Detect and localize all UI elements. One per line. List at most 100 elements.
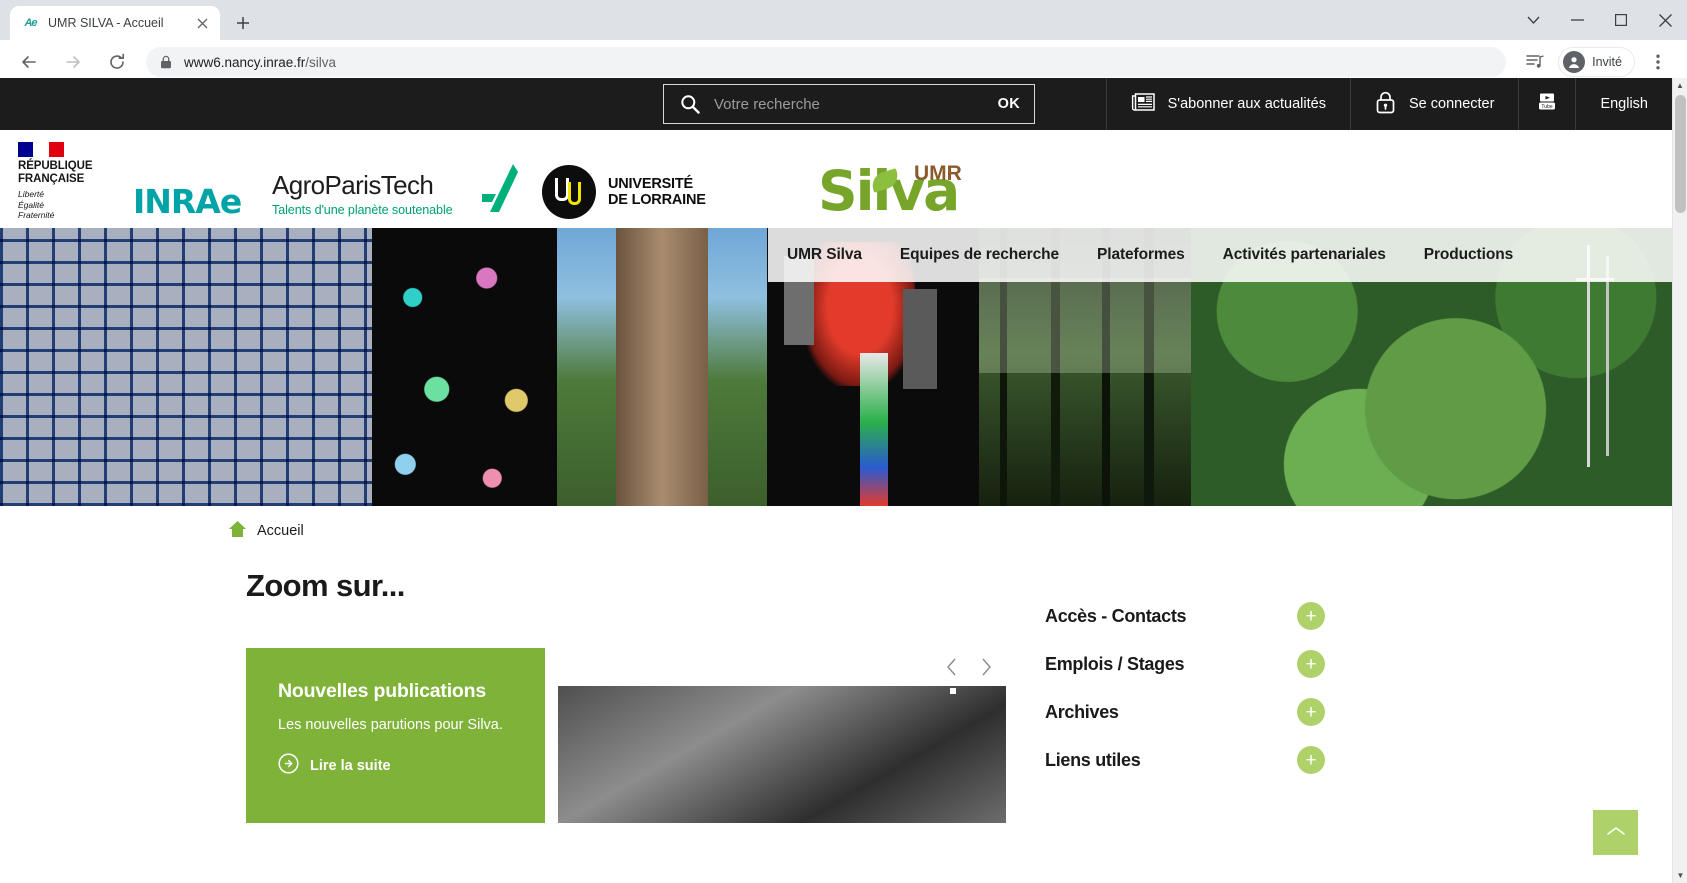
sidebar-item-acces-contacts[interactable]: Accès - Contacts + [1045, 592, 1345, 640]
rf-line2: FRANÇAISE [18, 173, 85, 185]
home-icon[interactable] [228, 520, 247, 543]
sidebar-item-label: Accès - Contacts [1045, 605, 1187, 626]
url-path: /silva [305, 54, 337, 70]
tab-strip: Ae UMR SILVA - Accueil [0, 0, 1687, 40]
utility-bar: OK S'abonner aux actualités Se connecter [0, 78, 1672, 130]
scroll-to-top-button[interactable] [1593, 810, 1638, 855]
language-label: English [1600, 96, 1648, 112]
site-search[interactable]: OK [663, 84, 1035, 124]
youtube-icon: Tube [1536, 92, 1558, 116]
nav-item-umr-silva[interactable]: UMR Silva [768, 246, 881, 264]
silva-logo[interactable]: Silva UMR [818, 160, 962, 222]
maximize-icon[interactable] [1599, 0, 1643, 40]
plus-icon[interactable]: + [1297, 746, 1325, 774]
slider-indicator [950, 688, 956, 694]
svg-text:Tube: Tube [1542, 104, 1553, 110]
utility-links: S'abonner aux actualités Se connecter Tu… [1105, 78, 1672, 130]
rf-motto-2: Égalité [18, 199, 44, 210]
login-label: Se connecter [1408, 96, 1495, 112]
new-tab-button[interactable] [228, 8, 258, 38]
rf-line1: RÉPUBLIQUE [18, 160, 93, 172]
news-card-text: Les nouvelles parutions pour Silva. [278, 717, 503, 733]
ul-line1: UNIVERSITÉ [608, 176, 694, 192]
back-arrow-icon[interactable] [13, 46, 45, 78]
login-link[interactable]: Se connecter [1349, 78, 1518, 130]
plus-icon[interactable]: + [1297, 650, 1325, 678]
page-viewport: OK S'abonner aux actualités Se connecter [0, 78, 1687, 883]
news-card[interactable]: Nouvelles publications Les nouvelles par… [246, 648, 545, 823]
universite-lorraine-logo[interactable]: UNIVERSITÉ DE LORRAINE [542, 165, 706, 219]
agroparistech-tagline: Talents d'une planète soutenable [272, 203, 453, 217]
browser-window: Ae UMR SILVA - Accueil www6.nancy.inrae.… [0, 0, 1687, 883]
window-controls [1511, 0, 1687, 40]
url-host: www6.nancy.inrae.fr [184, 54, 306, 70]
subscribe-news-link[interactable]: S'abonner aux actualités [1105, 78, 1350, 130]
news-card-read-more-link[interactable]: Lire la suite [278, 753, 517, 778]
main-content: Zoom sur... Nouvelles publications Les n… [0, 556, 1672, 823]
news-card-read-more-label: Lire la suite [310, 757, 391, 774]
main-navigation: UMR Silva Equipes de recherche Plateform… [768, 228, 1672, 282]
search-input[interactable] [700, 95, 998, 113]
user-avatar-icon [1563, 51, 1586, 73]
tab-close-icon[interactable] [193, 14, 211, 32]
forward-arrow-icon[interactable] [57, 46, 89, 78]
nav-item-productions[interactable]: Productions [1405, 246, 1532, 264]
sidebar-item-liens-utiles[interactable]: Liens utiles + [1045, 736, 1345, 784]
slider-photo[interactable] [558, 648, 1006, 823]
minimize-icon[interactable] [1555, 0, 1599, 40]
search-icon [680, 94, 700, 114]
nav-item-activites-partenariales[interactable]: Activités partenariales [1204, 246, 1405, 264]
url-text: www6.nancy.inrae.fr/silva [184, 55, 336, 70]
newspaper-icon [1131, 92, 1155, 116]
rf-motto-3: Fraternité [18, 210, 55, 220]
page-scrollbar[interactable]: ▲ ▼ [1672, 78, 1687, 883]
content-left-column: Zoom sur... Nouvelles publications Les n… [0, 556, 1030, 823]
feature-cards: Nouvelles publications Les nouvelles par… [246, 648, 1030, 823]
sidebar-item-label: Liens utiles [1045, 749, 1141, 770]
french-flag-icon [18, 142, 64, 157]
agroparistech-name: AgroParisTech [272, 170, 434, 200]
plus-icon[interactable]: + [1297, 698, 1325, 726]
chevron-left-icon[interactable] [946, 658, 957, 681]
profile-button[interactable]: Invité [1558, 47, 1635, 77]
window-close-icon[interactable] [1643, 0, 1687, 40]
nav-item-plateformes[interactable]: Plateformes [1078, 246, 1204, 264]
three-dot-menu-icon[interactable] [1642, 46, 1674, 78]
arrow-right-circle-icon [278, 753, 299, 778]
news-card-heading: Nouvelles publications [278, 680, 486, 702]
website-page: OK S'abonner aux actualités Se connecter [0, 78, 1672, 883]
sidebar-item-label: Emplois / Stages [1045, 653, 1185, 674]
reading-list-icon[interactable] [1519, 46, 1551, 78]
browser-tab[interactable]: Ae UMR SILVA - Accueil [10, 6, 220, 40]
sidebar-accordion: Accès - Contacts + Emplois / Stages + Ar… [1045, 592, 1345, 784]
chevron-up-icon [1606, 824, 1626, 842]
scrollbar-down-arrow-icon[interactable]: ▼ [1673, 868, 1687, 883]
scrollbar-up-arrow-icon[interactable]: ▲ [1673, 78, 1687, 93]
ul-badge-icon [542, 165, 596, 219]
address-bar[interactable]: www6.nancy.inrae.fr/silva [146, 47, 1507, 77]
search-submit-button[interactable]: OK [998, 96, 1020, 112]
rf-motto-1: Liberté [18, 189, 44, 199]
youtube-link[interactable]: Tube [1518, 78, 1575, 130]
hero-image-strip: UMR Silva Equipes de recherche Plateform… [0, 228, 1672, 506]
plus-icon[interactable]: + [1297, 602, 1325, 630]
language-link[interactable]: English [1575, 78, 1672, 130]
agroparistech-logo[interactable]: AgroParisTech Talents d'une planète sout… [272, 164, 518, 217]
profile-label: Invité [1592, 55, 1622, 69]
nav-item-equipes-de-recherche[interactable]: Equipes de recherche [881, 246, 1078, 264]
ul-line2: DE LORRAINE [608, 192, 706, 208]
sidebar-item-archives[interactable]: Archives + [1045, 688, 1345, 736]
silva-umr-badge: UMR [914, 162, 962, 185]
inrae-logo[interactable]: INRAe [133, 182, 242, 221]
chevron-down-icon[interactable] [1511, 0, 1555, 40]
slider-controls [946, 658, 992, 681]
reload-icon[interactable] [101, 46, 133, 78]
tab-title: UMR SILVA - Accueil [48, 16, 164, 30]
lock-icon [160, 55, 172, 69]
chevron-right-icon[interactable] [981, 658, 992, 681]
scrollbar-thumb[interactable] [1675, 95, 1686, 213]
sidebar-item-emplois-stages[interactable]: Emplois / Stages + [1045, 640, 1345, 688]
breadcrumb-item-accueil[interactable]: Accueil [257, 523, 304, 539]
slider-photo-image [558, 686, 1006, 823]
hero-image-cell-microscopy [372, 228, 557, 506]
